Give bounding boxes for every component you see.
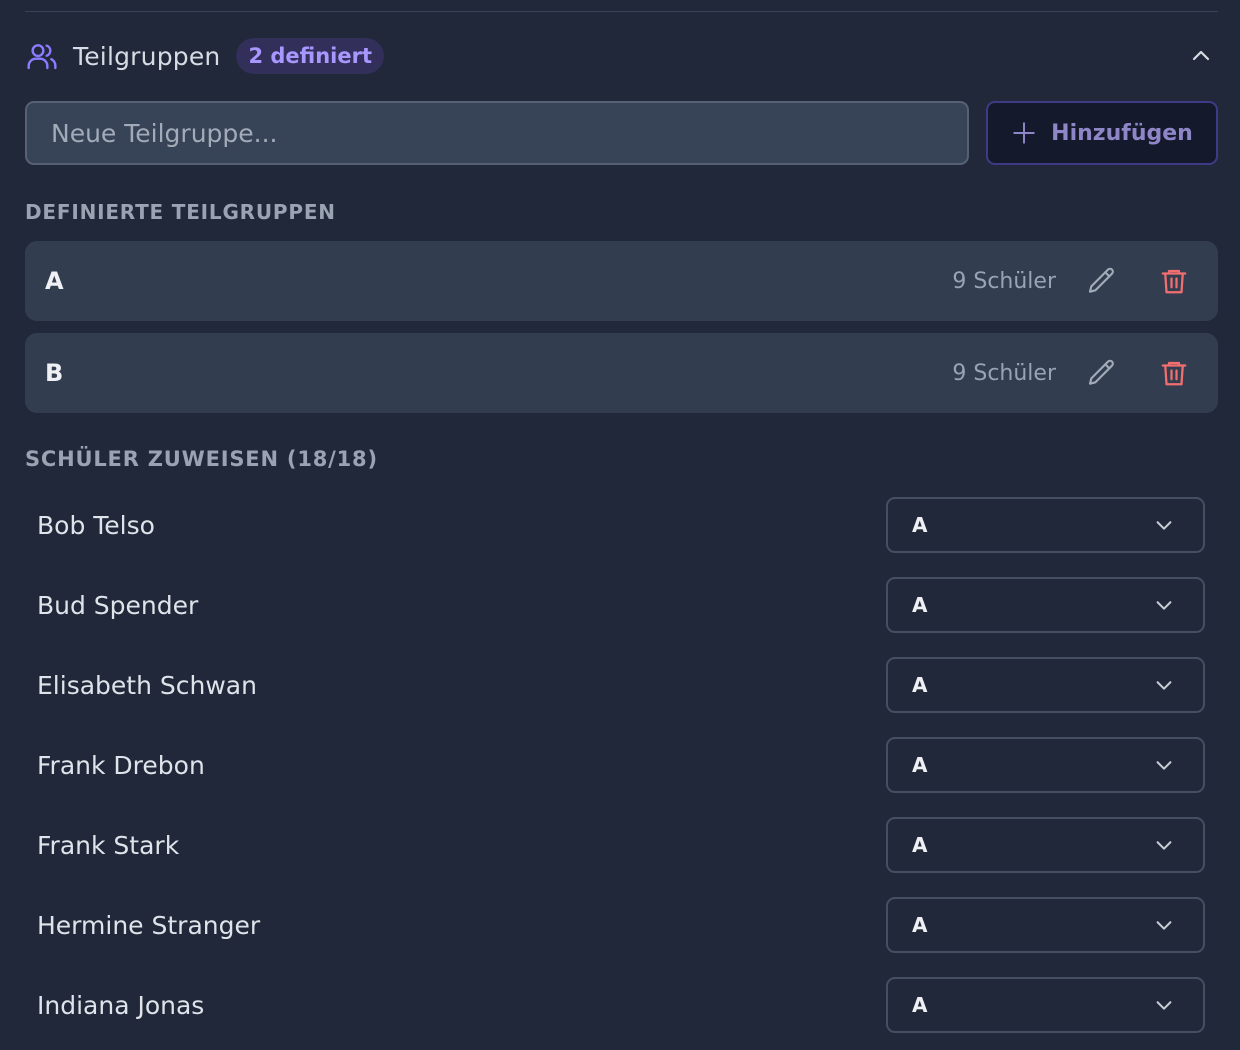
group-select[interactable]: A xyxy=(886,657,1205,713)
top-divider xyxy=(25,11,1218,12)
new-group-input[interactable] xyxy=(25,101,969,165)
student-name: Elisabeth Schwan xyxy=(37,670,257,700)
select-value: A xyxy=(912,913,928,937)
group-select[interactable]: A xyxy=(886,577,1205,633)
trash-icon xyxy=(1161,269,1187,294)
chevron-down-icon xyxy=(1153,514,1175,536)
student-row: Hermine Stranger A xyxy=(25,897,1205,953)
student-row: Bud Spender A xyxy=(25,577,1205,633)
delete-group-button[interactable] xyxy=(1154,261,1194,301)
student-row: Elisabeth Schwan A xyxy=(25,657,1205,713)
section-title: Teilgruppen xyxy=(73,41,221,71)
chevron-down-icon xyxy=(1153,994,1175,1016)
pencil-icon xyxy=(1088,267,1114,293)
group-select[interactable]: A xyxy=(886,737,1205,793)
student-name: Bob Telso xyxy=(37,510,155,540)
chevron-down-icon xyxy=(1153,674,1175,696)
trash-icon xyxy=(1161,361,1187,386)
student-name: Hermine Stranger xyxy=(37,910,261,940)
select-value: A xyxy=(912,513,928,537)
student-row: Frank Stark A xyxy=(25,817,1205,873)
student-name: Indiana Jonas xyxy=(37,990,205,1020)
add-group-label: Hinzufügen xyxy=(1051,120,1193,146)
edit-group-button[interactable] xyxy=(1082,261,1122,301)
select-value: A xyxy=(912,673,928,697)
student-row: Indiana Jonas A xyxy=(25,977,1205,1033)
chevron-down-icon xyxy=(1153,594,1175,616)
chevron-down-icon xyxy=(1153,914,1175,936)
group-select[interactable]: A xyxy=(886,497,1205,553)
group-select[interactable]: A xyxy=(886,977,1205,1033)
chevron-down-icon xyxy=(1153,754,1175,776)
group-card-b: B 9 Schüler xyxy=(25,333,1218,413)
group-card-a: A 9 Schüler xyxy=(25,241,1218,321)
group-student-count: 9 Schüler xyxy=(952,360,1056,386)
select-value: A xyxy=(912,593,928,617)
group-select[interactable]: A xyxy=(886,897,1205,953)
select-value: A xyxy=(912,833,928,857)
defined-groups-label: DEFINIERTE TEILGRUPPEN xyxy=(25,200,336,224)
pencil-icon xyxy=(1088,359,1114,385)
group-name: B xyxy=(45,359,64,387)
student-row: Frank Drebon A xyxy=(25,737,1205,793)
group-count-badge: 2 definiert xyxy=(236,38,385,74)
group-name: A xyxy=(45,267,64,295)
delete-group-button[interactable] xyxy=(1154,353,1194,393)
plus-icon xyxy=(1011,120,1037,146)
new-group-row: Hinzufügen xyxy=(25,101,1218,165)
subgroups-panel: Teilgruppen 2 definiert Hinzufügen DEFIN… xyxy=(0,0,1240,1050)
subgroups-header: Teilgruppen 2 definiert xyxy=(25,34,1218,78)
chevron-down-icon xyxy=(1153,834,1175,856)
chevron-up-icon xyxy=(1192,50,1210,61)
group-student-count: 9 Schüler xyxy=(952,268,1056,294)
student-row: Bob Telso A xyxy=(25,497,1205,553)
assign-students-label: SCHÜLER ZUWEISEN (18/18) xyxy=(25,447,378,471)
edit-group-button[interactable] xyxy=(1082,353,1122,393)
student-name: Frank Drebon xyxy=(37,750,205,780)
select-value: A xyxy=(912,993,928,1017)
select-value: A xyxy=(912,753,928,777)
student-name: Frank Stark xyxy=(37,830,180,860)
add-group-button[interactable]: Hinzufügen xyxy=(986,101,1218,165)
group-select[interactable]: A xyxy=(886,817,1205,873)
student-name: Bud Spender xyxy=(37,590,199,620)
users-icon xyxy=(25,39,59,73)
collapse-toggle[interactable] xyxy=(1184,39,1218,73)
